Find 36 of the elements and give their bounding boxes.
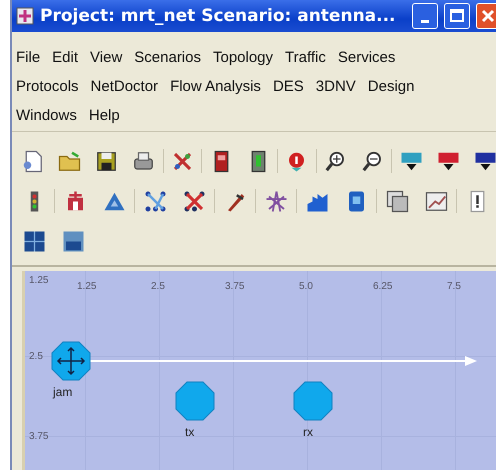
menu-item[interactable]: NetDoctor	[90, 78, 158, 96]
app-icon	[16, 7, 34, 25]
menu-item[interactable]: File	[16, 49, 40, 67]
node-label: rx	[303, 425, 313, 439]
menu-item[interactable]: 3DNV	[316, 78, 356, 96]
station-node-icon[interactable]	[293, 381, 333, 421]
menu-item[interactable]: Edit	[52, 49, 78, 67]
axis-label: 1.25	[29, 275, 48, 286]
node-label: jam	[53, 385, 72, 399]
minimize-button[interactable]	[412, 3, 438, 29]
menu-item[interactable]: View	[90, 49, 122, 67]
window-title: Project: mrt_net Scenario: antenna...	[40, 6, 397, 26]
menu-item[interactable]: DES	[272, 78, 304, 96]
menu-item[interactable]: Topology	[212, 49, 274, 67]
maximize-button[interactable]	[444, 3, 470, 29]
menu-item[interactable]: Design	[368, 78, 414, 96]
axis-label: 3.75	[225, 281, 244, 292]
jammer-node-icon[interactable]	[51, 341, 91, 381]
minimize-icon	[421, 20, 429, 22]
axis-label: 2.5	[29, 351, 43, 362]
menu-item[interactable]: Traffic	[285, 49, 326, 67]
menu-item[interactable]: Help	[88, 107, 120, 125]
axis-label: 3.75	[29, 431, 48, 442]
axis-label: 5.0	[299, 281, 313, 292]
menu-item[interactable]: Flow Analysis	[170, 78, 261, 96]
menu-item[interactable]: Scenarios	[134, 49, 201, 67]
axis-label: 1.25	[77, 281, 96, 292]
menu-item[interactable]: Protocols	[16, 78, 79, 96]
close-button[interactable]	[476, 3, 496, 29]
node-label: tx	[185, 425, 194, 439]
axis-label: 2.5	[151, 281, 165, 292]
axis-label: 6.25	[373, 281, 392, 292]
station-node-icon[interactable]	[175, 381, 215, 421]
axis-label: 7.5	[447, 281, 461, 292]
menu-item[interactable]: Services	[338, 49, 396, 67]
menu-item[interactable]: Windows	[16, 107, 77, 125]
